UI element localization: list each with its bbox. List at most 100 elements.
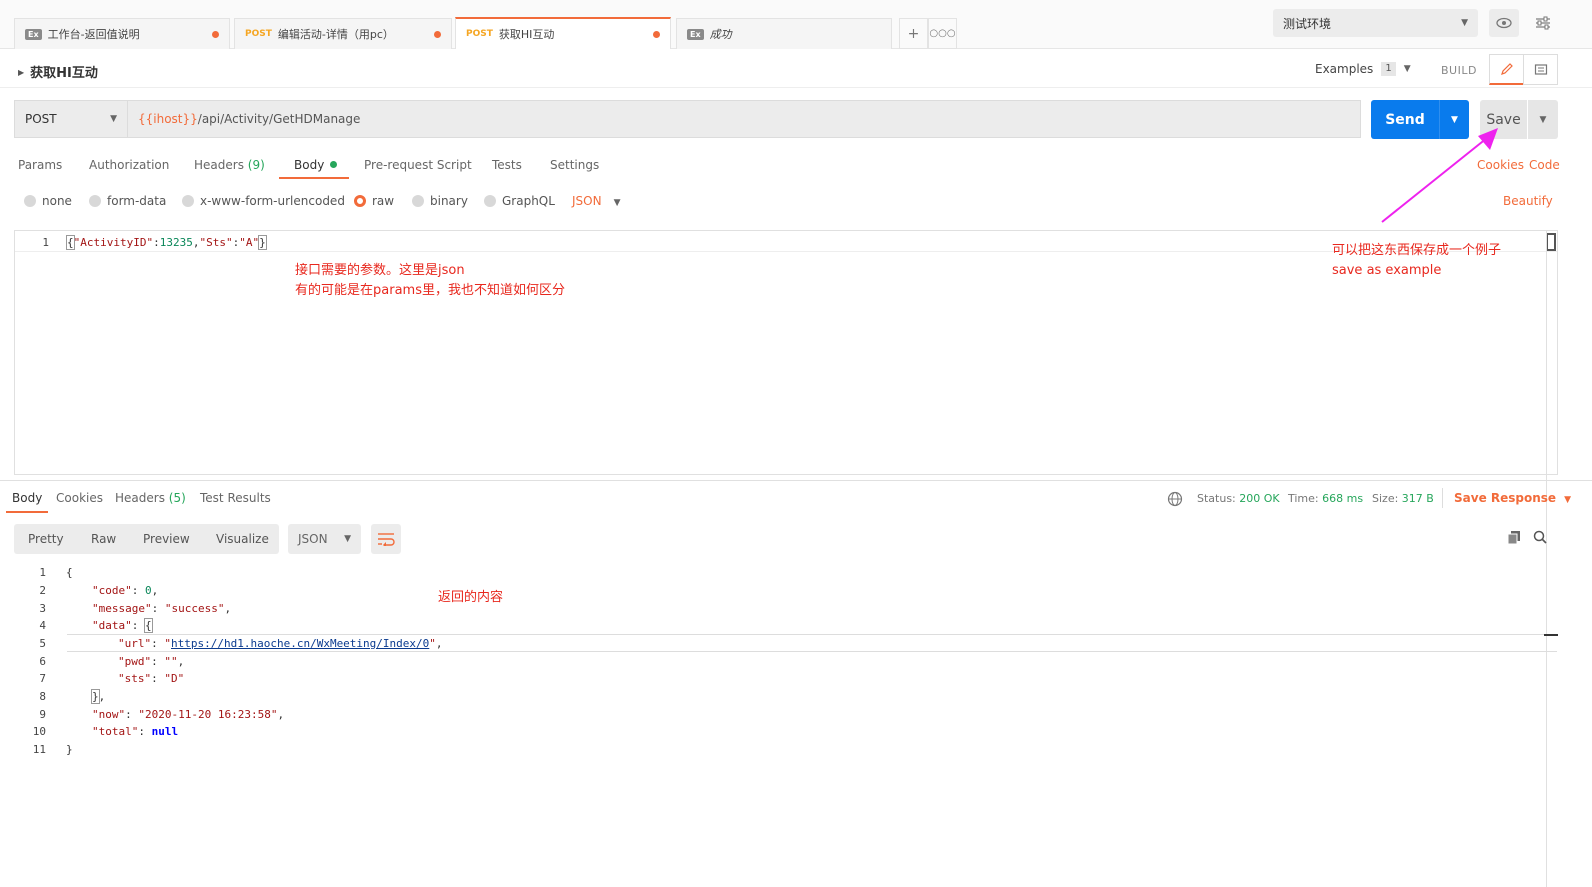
response-tab-cookies[interactable]: Cookies — [56, 491, 103, 505]
body-type-binary[interactable]: binary — [412, 194, 468, 208]
json-line: "message": "success", — [92, 602, 232, 615]
response-url-link[interactable]: https://hd1.haoche.cn/WxMeeting/Index/0 — [171, 637, 429, 650]
line-number: 6 — [39, 655, 46, 668]
tab-request-3-active[interactable]: POST 获取HI互动 — [455, 17, 671, 49]
tab-tests[interactable]: Tests — [492, 158, 522, 172]
json-line: "total": null — [92, 725, 179, 738]
line-number: 5 — [39, 637, 46, 650]
chevron-down-icon: ▼ — [1564, 495, 1571, 505]
annotation-arrow — [1381, 128, 1498, 223]
headers-count: (5) — [168, 491, 186, 505]
new-tab-button[interactable]: + — [899, 18, 928, 49]
request-title-text: 获取HI互动 — [30, 66, 98, 81]
radio-label: binary — [430, 194, 468, 208]
beautify-link[interactable]: Beautify — [1503, 194, 1553, 208]
edit-mode-button[interactable] — [1489, 54, 1524, 85]
examples-dropdown[interactable]: Examples 1 ▼ — [1315, 62, 1411, 76]
json-line: "code": 0, — [92, 584, 159, 597]
request-name[interactable]: ▶ 获取HI互动 — [18, 62, 98, 81]
body-type-form-data[interactable]: form-data — [89, 194, 166, 208]
tab-method: POST — [466, 29, 493, 39]
headers-count: (9) — [247, 158, 265, 172]
response-body-viewer[interactable]: 1 2 3 4 5 6 7 8 9 10 11 { "code": 0, "me… — [4, 562, 1557, 887]
tab-request-2[interactable]: POST 编辑活动-详情（用pc） — [234, 18, 452, 49]
tab-label: Body — [294, 158, 325, 172]
body-language-select[interactable]: JSON ▼ — [572, 194, 621, 208]
radio-label: raw — [372, 194, 395, 208]
example-icon: Ex — [25, 28, 42, 40]
wrap-lines-button[interactable] — [371, 524, 401, 554]
view-raw[interactable]: Raw — [91, 532, 116, 546]
more-tabs-button[interactable]: ○○○ — [928, 18, 957, 49]
json-line: "now": "2020-11-20 16:23:58", — [92, 708, 285, 721]
tab-body[interactable]: Body — [294, 158, 338, 172]
tab-authorization[interactable]: Authorization — [89, 158, 169, 172]
environment-quick-look-button[interactable] — [1489, 9, 1519, 37]
annotation-save-example: 可以把这东西保存成一个例子 save as example — [1332, 243, 1502, 278]
tab-headers[interactable]: Headers (9) — [194, 158, 265, 172]
tab-pre-request-script[interactable]: Pre-request Script — [364, 158, 472, 172]
radio-icon — [89, 195, 101, 207]
search-icon[interactable] — [1533, 530, 1547, 544]
line-number: 9 — [39, 708, 46, 721]
code-link[interactable]: Code — [1529, 158, 1560, 172]
radio-label: none — [42, 194, 72, 208]
json-line: "data": { — [92, 618, 153, 633]
postman-window: Ex 工作台-返回值说明 POST 编辑活动-详情（用pc） POST 获取HI… — [0, 0, 1592, 887]
line-number: 11 — [32, 743, 46, 756]
build-mode-label: BUILD — [1441, 64, 1477, 77]
example-icon: Ex — [687, 28, 704, 40]
body-type-none[interactable]: none — [24, 194, 72, 208]
json-line: "pwd": "", — [118, 655, 185, 668]
environment-select[interactable]: 测试环境 ▼ — [1273, 9, 1478, 37]
request-body-editor[interactable]: 1 {"ActivityID":13235,"Sts":"A"} — [14, 230, 1558, 475]
json-brace: } — [66, 743, 73, 756]
active-tab-indicator — [6, 511, 48, 513]
body-type-raw[interactable]: raw — [354, 194, 394, 208]
chevron-down-icon: ▼ — [110, 114, 117, 124]
view-visualize[interactable]: Visualize — [216, 532, 269, 546]
response-time: Time: 668 ms — [1288, 492, 1364, 505]
method-select[interactable]: POST ▼ — [14, 100, 127, 138]
radio-selected-icon — [354, 195, 366, 207]
tab-title: 工作台-返回值说明 — [47, 28, 140, 41]
active-tab-indicator — [279, 177, 349, 179]
response-scrollbar[interactable] — [1544, 634, 1558, 636]
chevron-down-icon: ▼ — [1461, 18, 1468, 28]
tab-settings[interactable]: Settings — [550, 158, 599, 172]
unsaved-dot-icon — [434, 30, 441, 38]
tab-label: Headers — [115, 491, 165, 505]
annotation-params: 接口需要的参数。这里是json 有的可能是在params里，我也不知道如何区分 — [295, 263, 565, 298]
body-type-urlencoded[interactable]: x-www-form-urlencoded — [182, 194, 345, 208]
json-line: "url": "https://hd1.haoche.cn/WxMeeting/… — [118, 637, 443, 650]
line-number: 3 — [39, 602, 46, 615]
save-response-button[interactable]: Save Response ▼ — [1454, 491, 1571, 505]
save-response-label: Save Response — [1454, 491, 1557, 505]
radio-label: form-data — [107, 194, 167, 208]
divider — [1442, 488, 1443, 508]
line-number: 1 — [39, 566, 46, 579]
response-format-select[interactable]: JSON ▼ — [288, 524, 361, 554]
tab-example-4[interactable]: Ex 成功 — [676, 18, 892, 49]
radio-icon — [182, 195, 194, 207]
response-tab-body[interactable]: Body — [12, 491, 42, 505]
body-type-graphql[interactable]: GraphQL — [484, 194, 555, 208]
response-tab-test-results[interactable]: Test Results — [200, 491, 271, 505]
save-options-button[interactable]: ▼ — [1528, 100, 1558, 139]
tab-request-1[interactable]: Ex 工作台-返回值说明 — [14, 18, 230, 49]
chevron-down-icon: ▼ — [1403, 64, 1411, 74]
tab-method: POST — [245, 29, 272, 39]
view-preview[interactable]: Preview — [143, 532, 190, 546]
chevron-down-icon: ▼ — [344, 534, 351, 544]
editor-scrollbar[interactable] — [1546, 233, 1556, 251]
url-input[interactable]: {{ihost}}/api/Activity/GetHDManage — [127, 100, 1361, 138]
view-pretty[interactable]: Pretty — [28, 532, 64, 546]
manage-environments-button[interactable] — [1528, 9, 1558, 37]
response-tab-headers[interactable]: Headers (5) — [115, 491, 186, 505]
json-line: "sts": "D" — [118, 672, 185, 685]
comments-button[interactable] — [1523, 54, 1558, 85]
line-number: 7 — [39, 672, 46, 685]
tab-title: 成功 — [709, 28, 732, 41]
tab-params[interactable]: Params — [18, 158, 62, 172]
copy-icon[interactable] — [1507, 530, 1521, 544]
